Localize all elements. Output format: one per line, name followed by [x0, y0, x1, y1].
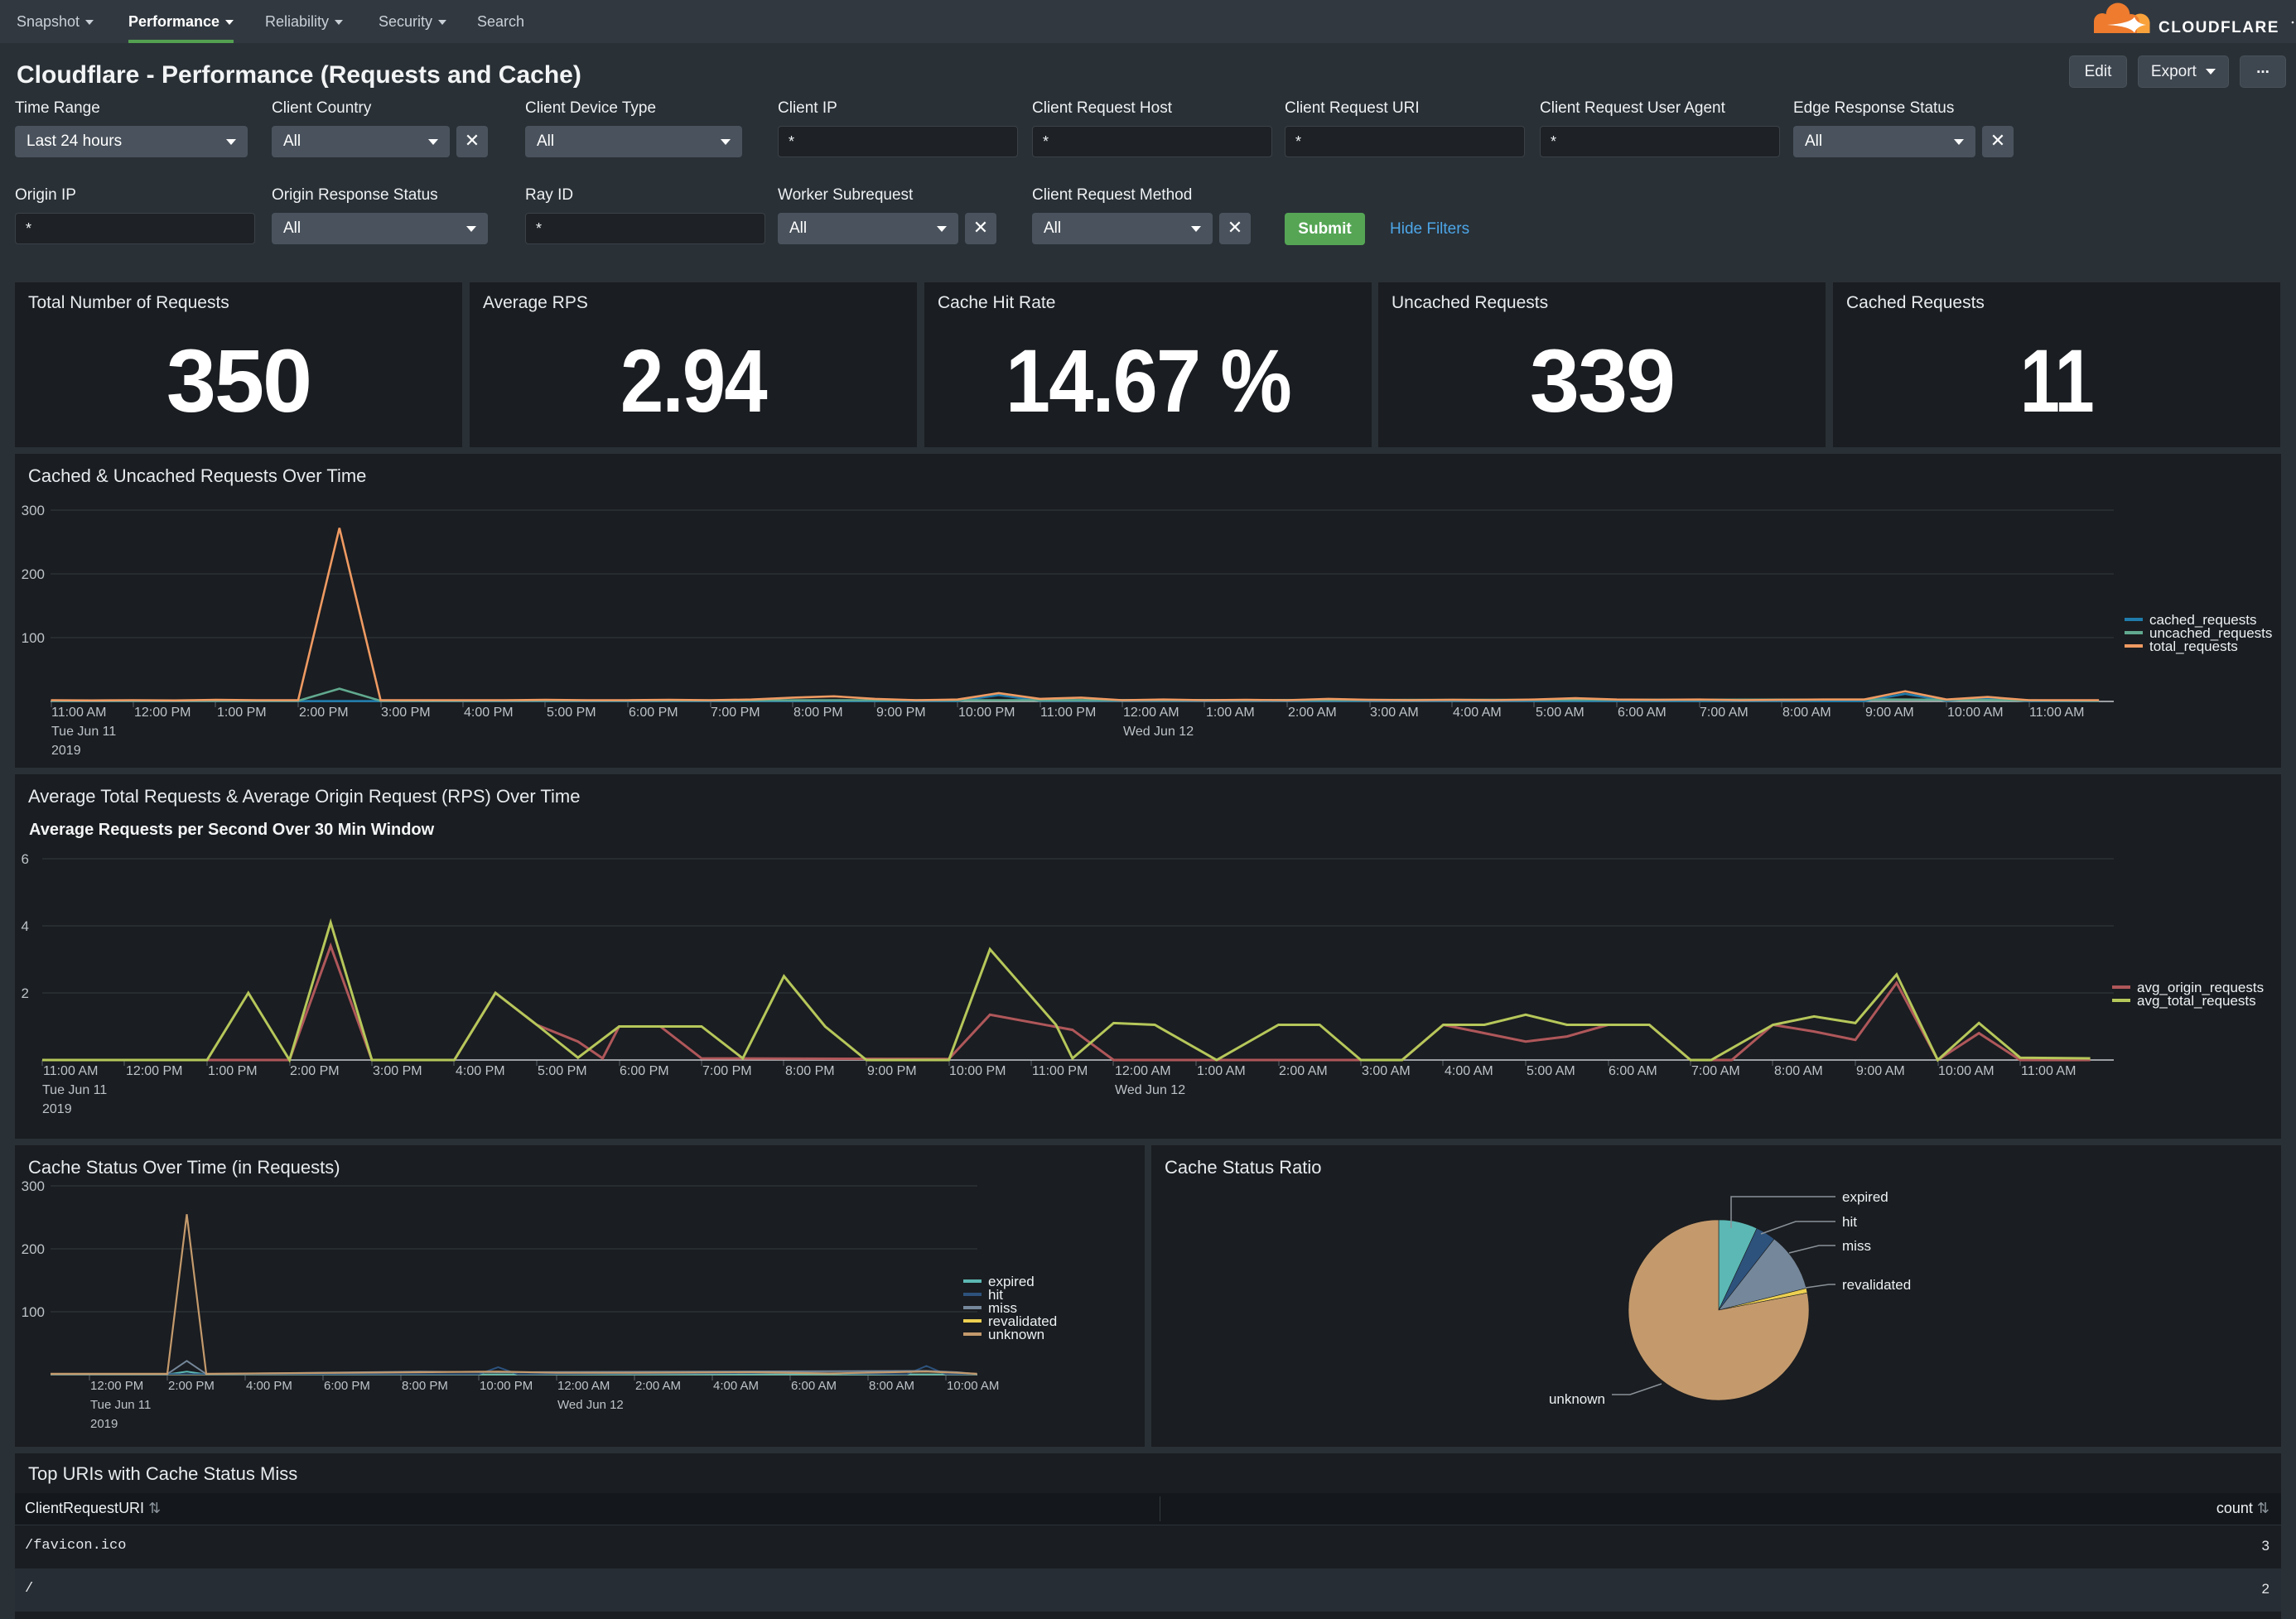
- svg-text:4:00 PM: 4:00 PM: [464, 706, 514, 720]
- svg-text:6:00 PM: 6:00 PM: [324, 1379, 370, 1393]
- svg-text:5:00 PM: 5:00 PM: [547, 706, 596, 720]
- svg-text:200: 200: [22, 566, 45, 582]
- svg-text:9:00 PM: 9:00 PM: [867, 1064, 917, 1078]
- svg-text:revalidated: revalidated: [1842, 1277, 1911, 1293]
- svg-text:unknown: unknown: [988, 1327, 1044, 1342]
- svg-text:avg_total_requests: avg_total_requests: [2137, 993, 2256, 1009]
- svg-text:8:00 PM: 8:00 PM: [402, 1379, 448, 1393]
- svg-text:4:00 PM: 4:00 PM: [456, 1064, 505, 1078]
- svg-text:6:00 AM: 6:00 AM: [791, 1379, 837, 1393]
- svg-text:11:00 AM: 11:00 AM: [2021, 1064, 2076, 1078]
- svg-text:8:00 PM: 8:00 PM: [785, 1064, 835, 1078]
- svg-text:9:00 PM: 9:00 PM: [876, 706, 926, 720]
- svg-text:9:00 AM: 9:00 AM: [1865, 706, 1914, 720]
- svg-text:100: 100: [22, 630, 45, 646]
- svg-text:7:00 PM: 7:00 PM: [702, 1064, 752, 1078]
- svg-text:11:00 AM: 11:00 AM: [2029, 706, 2084, 720]
- svg-text:unknown: unknown: [1549, 1391, 1605, 1407]
- svg-text:12:00 AM: 12:00 AM: [1123, 706, 1179, 720]
- svg-text:10:00 AM: 10:00 AM: [1947, 706, 2004, 720]
- svg-text:12:00 AM: 12:00 AM: [1115, 1064, 1171, 1078]
- svg-text:6:00 AM: 6:00 AM: [1618, 706, 1667, 720]
- svg-text:6:00 AM: 6:00 AM: [1609, 1064, 1657, 1078]
- svg-text:Tue Jun 11: Tue Jun 11: [42, 1083, 107, 1097]
- svg-text:8:00 AM: 8:00 AM: [869, 1379, 914, 1393]
- svg-text:6:00 PM: 6:00 PM: [620, 1064, 669, 1078]
- svg-text:Wed Jun 12: Wed Jun 12: [1115, 1083, 1185, 1097]
- svg-text:300: 300: [22, 1178, 45, 1194]
- svg-text:100: 100: [22, 1304, 45, 1320]
- svg-text:8:00 AM: 8:00 AM: [1774, 1064, 1823, 1078]
- svg-text:11:00 AM: 11:00 AM: [43, 1064, 98, 1078]
- svg-text:1:00 PM: 1:00 PM: [208, 1064, 258, 1078]
- svg-text:7:00 PM: 7:00 PM: [711, 706, 760, 720]
- svg-text:2:00 PM: 2:00 PM: [168, 1379, 215, 1393]
- svg-text:2019: 2019: [51, 744, 81, 758]
- svg-text:12:00 PM: 12:00 PM: [90, 1379, 143, 1393]
- svg-text:expired: expired: [1842, 1189, 1888, 1205]
- svg-text:10:00 PM: 10:00 PM: [480, 1379, 533, 1393]
- svg-text:3:00 PM: 3:00 PM: [381, 706, 431, 720]
- svg-text:1:00 PM: 1:00 PM: [217, 706, 267, 720]
- svg-text:miss: miss: [1842, 1238, 1871, 1254]
- svg-text:4:00 AM: 4:00 AM: [1453, 706, 1502, 720]
- svg-text:11:00 AM: 11:00 AM: [51, 706, 106, 720]
- svg-text:4: 4: [22, 918, 29, 934]
- svg-text:Wed Jun 12: Wed Jun 12: [557, 1398, 624, 1412]
- svg-text:4:00 PM: 4:00 PM: [246, 1379, 292, 1393]
- svg-text:200: 200: [22, 1241, 45, 1257]
- svg-text:7:00 AM: 7:00 AM: [1691, 1064, 1740, 1078]
- svg-text:7:00 AM: 7:00 AM: [1700, 706, 1749, 720]
- svg-text:Tue Jun 11: Tue Jun 11: [51, 725, 116, 739]
- svg-text:12:00 AM: 12:00 AM: [557, 1379, 610, 1393]
- svg-text:3:00 AM: 3:00 AM: [1362, 1064, 1411, 1078]
- svg-text:3:00 AM: 3:00 AM: [1370, 706, 1419, 720]
- svg-text:300: 300: [22, 503, 45, 518]
- svg-text:2:00 AM: 2:00 AM: [1288, 706, 1337, 720]
- svg-text:4:00 AM: 4:00 AM: [713, 1379, 759, 1393]
- svg-text:2019: 2019: [42, 1102, 72, 1116]
- svg-text:6: 6: [22, 851, 29, 867]
- svg-text:10:00 PM: 10:00 PM: [949, 1064, 1006, 1078]
- svg-text:12:00 PM: 12:00 PM: [126, 1064, 182, 1078]
- svg-text:4:00 AM: 4:00 AM: [1445, 1064, 1493, 1078]
- svg-text:hit: hit: [1842, 1214, 1857, 1230]
- svg-text:11:00 PM: 11:00 PM: [1040, 706, 1096, 720]
- svg-text:6:00 PM: 6:00 PM: [629, 706, 678, 720]
- svg-text:9:00 AM: 9:00 AM: [1856, 1064, 1905, 1078]
- svg-text:3:00 PM: 3:00 PM: [373, 1064, 422, 1078]
- svg-text:8:00 AM: 8:00 AM: [1782, 706, 1831, 720]
- svg-text:2:00 PM: 2:00 PM: [290, 1064, 340, 1078]
- svg-text:2:00 AM: 2:00 AM: [635, 1379, 681, 1393]
- svg-text:2:00 AM: 2:00 AM: [1279, 1064, 1328, 1078]
- svg-text:12:00 PM: 12:00 PM: [134, 706, 191, 720]
- svg-text:10:00 PM: 10:00 PM: [958, 706, 1015, 720]
- svg-text:5:00 AM: 5:00 AM: [1527, 1064, 1575, 1078]
- svg-text:2: 2: [22, 985, 29, 1001]
- svg-text:Wed Jun 12: Wed Jun 12: [1123, 725, 1194, 739]
- svg-text:10:00 AM: 10:00 AM: [1938, 1064, 1995, 1078]
- svg-text:1:00 AM: 1:00 AM: [1206, 706, 1255, 720]
- svg-text:total_requests: total_requests: [2149, 638, 2238, 654]
- svg-text:5:00 AM: 5:00 AM: [1536, 706, 1585, 720]
- svg-text:Tue Jun 11: Tue Jun 11: [90, 1398, 151, 1412]
- svg-text:2019: 2019: [90, 1417, 118, 1431]
- svg-text:2:00 PM: 2:00 PM: [299, 706, 349, 720]
- svg-text:11:00 PM: 11:00 PM: [1032, 1064, 1088, 1078]
- svg-text:10:00 AM: 10:00 AM: [947, 1379, 999, 1393]
- svg-text:CLOUDFLARE: CLOUDFLARE: [2159, 19, 2279, 36]
- svg-text:1:00 AM: 1:00 AM: [1197, 1064, 1246, 1078]
- svg-text:5:00 PM: 5:00 PM: [538, 1064, 587, 1078]
- svg-text:8:00 PM: 8:00 PM: [793, 706, 843, 720]
